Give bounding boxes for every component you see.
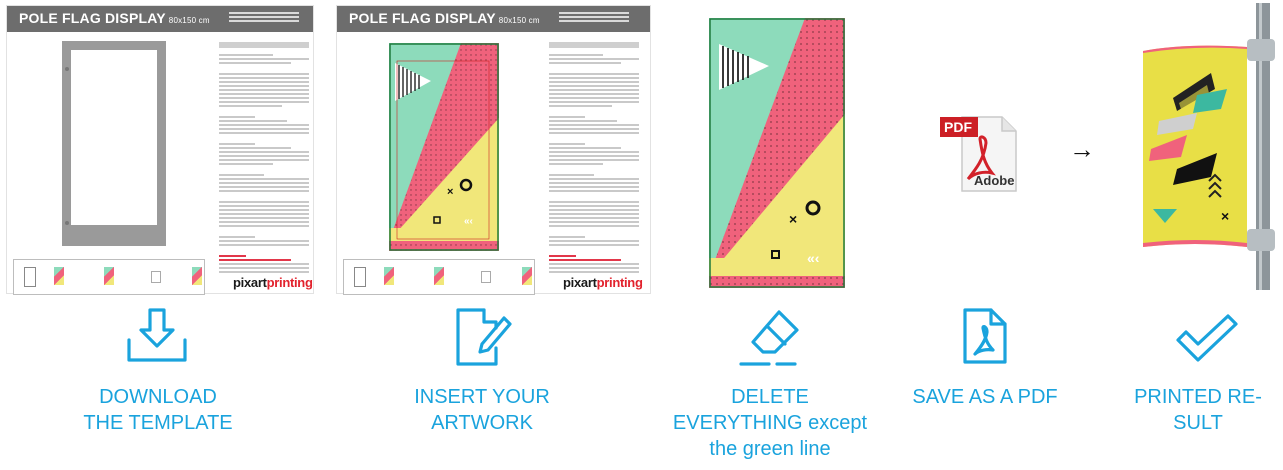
instructions-text [219, 42, 309, 275]
printed-flag-photo: × [1135, 3, 1283, 290]
svg-text:«‹: «‹ [807, 250, 820, 266]
instructions-text [549, 42, 639, 275]
svg-text:«‹: «‹ [464, 216, 473, 227]
brand-logo: pixartprinting [563, 275, 643, 290]
adobe-text: Adobe [974, 173, 1015, 188]
artwork-preview: × «‹ [389, 43, 499, 251]
checkmark-icon [1176, 314, 1238, 362]
sheet-header: POLE FLAG DISPLAY 80x150 cm [337, 6, 650, 32]
step-label-printed: PRINTED RE- SULT [1134, 386, 1262, 434]
template-sheet-artwork: POLE FLAG DISPLAY 80x150 cm × «‹ pixartp… [336, 5, 651, 295]
arrow-icon: → [1069, 134, 1095, 164]
template-sheet-blank: POLE FLAG DISPLAY 80x150 cm pixartprintin… [6, 5, 314, 295]
sheet-title: POLE FLAG DISPLAY 80x150 cm [19, 10, 210, 26]
svg-text:×: × [447, 186, 453, 198]
artwork-final: × «‹ [709, 18, 845, 288]
sheet-header: POLE FLAG DISPLAY 80x150 cm [7, 6, 313, 32]
pdf-file-icon: PDF Adobe [940, 113, 1024, 197]
step-label-insert: INSERT YOUR ARTWORK [414, 386, 550, 434]
template-thumbnails [343, 259, 535, 295]
download-tray-icon [127, 308, 187, 362]
sheet-title: POLE FLAG DISPLAY 80x150 cm [349, 10, 540, 26]
svg-text:×: × [1221, 208, 1229, 224]
brand-logo: pixartprinting [233, 275, 313, 290]
step-label-delete: DELETE EVERYTHING except the green line [672, 386, 868, 460]
eraser-icon [739, 310, 799, 366]
pdf-document-icon [963, 308, 1007, 364]
flag-template-outline [62, 41, 166, 246]
pdf-badge-text: PDF [944, 119, 972, 135]
step-label-download: DOWNLOAD THE TEMPLATE [83, 386, 233, 434]
step-label-save: SAVE AS A PDF [912, 386, 1058, 408]
template-thumbnails [13, 259, 205, 295]
edit-document-icon [456, 308, 512, 366]
svg-text:×: × [789, 211, 797, 227]
